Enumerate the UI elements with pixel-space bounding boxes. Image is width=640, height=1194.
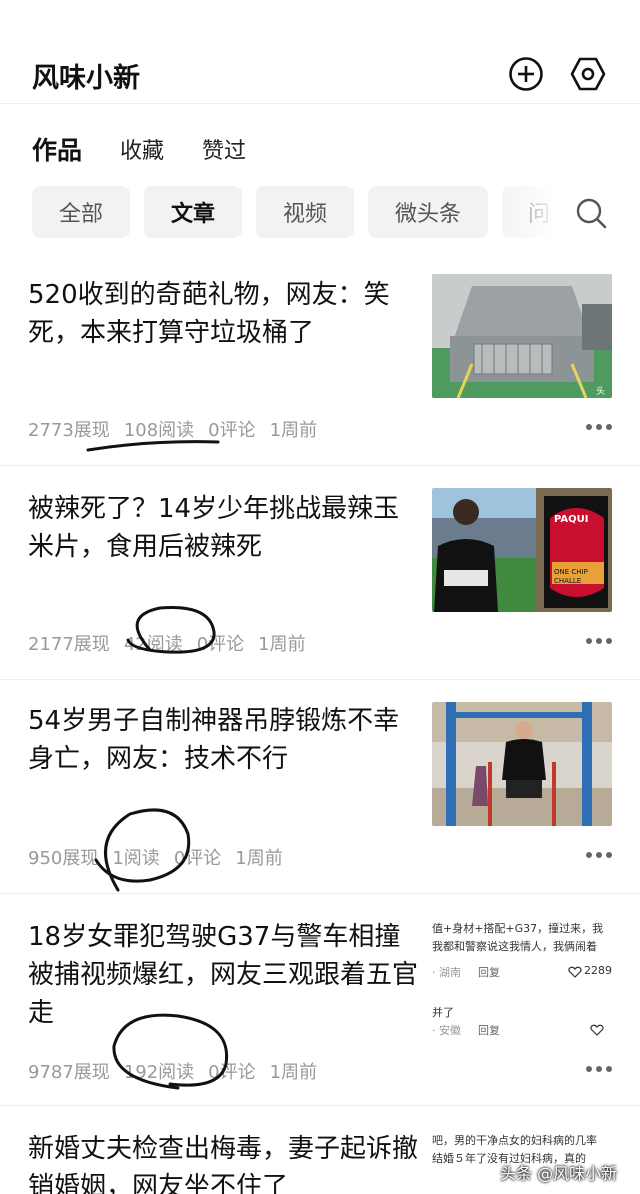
tab-liked[interactable]: 赞过 bbox=[202, 133, 246, 165]
profile-screen: 风味小新 作品 收藏 赞过 全部 文章 视频 微头条 问 520收到的奇葩礼物，… bbox=[0, 0, 640, 1194]
article-title[interactable]: 被辣死了？14岁少年挑战最辣玉米片，食用后被辣死 bbox=[28, 490, 420, 566]
thumbnail-text: 值+身材+搭配+G37，撞过来，我 bbox=[432, 922, 604, 935]
top-bar: 风味小新 bbox=[0, 0, 640, 104]
article-stats: 2773展现 108阅读 0评论 1周前 bbox=[28, 416, 331, 442]
page-title: 风味小新 bbox=[32, 63, 140, 94]
thumbnail-reply: 回复 bbox=[478, 966, 500, 979]
thumbnail-likes: 2289 bbox=[584, 964, 612, 977]
thumbnail-sign-text: PAQUI bbox=[554, 514, 589, 525]
chip-videos[interactable]: 视频 bbox=[256, 186, 354, 238]
article-thumbnail[interactable]: 头条 bbox=[432, 274, 612, 398]
heart-icon bbox=[568, 966, 582, 978]
tab-favorites[interactable]: 收藏 bbox=[120, 133, 164, 165]
chip-fade bbox=[490, 186, 640, 238]
more-options-icon[interactable] bbox=[586, 424, 612, 432]
reads-count: 42阅读 bbox=[123, 634, 183, 655]
article-item[interactable]: 被辣死了？14岁少年挑战最辣玉米片，食用后被辣死 PAQUI ONE CHIP … bbox=[0, 466, 640, 680]
thumbnail-location: · 湖南 bbox=[432, 966, 461, 979]
reads-count: 108阅读 bbox=[123, 420, 195, 441]
views-count: 2177展现 bbox=[28, 634, 110, 655]
more-options-icon[interactable] bbox=[586, 852, 612, 860]
publish-time: 1周前 bbox=[258, 634, 306, 655]
publish-time: 1周前 bbox=[269, 1062, 318, 1083]
article-thumbnail[interactable]: PAQUI ONE CHIP CHALLE bbox=[432, 488, 612, 612]
reads-count: 1阅读 bbox=[112, 848, 160, 869]
views-count: 2773展现 bbox=[28, 420, 110, 441]
article-title[interactable]: 54岁男子自制神器吊脖锻炼不幸身亡，网友：技术不行 bbox=[28, 702, 420, 778]
chip-articles[interactable]: 文章 bbox=[144, 186, 242, 238]
search-icon[interactable] bbox=[574, 196, 608, 230]
publish-time: 1周前 bbox=[235, 848, 283, 869]
article-title[interactable]: 新婚丈夫检查出梅毒，妻子起诉撤销婚姻，网友坐不住了 bbox=[28, 1130, 420, 1194]
article-thumbnail[interactable]: 值+身材+搭配+G37，撞过来，我 我都和警察说这我情人，我俩闹着 · 湖南 回… bbox=[432, 916, 612, 1040]
chip-all[interactable]: 全部 bbox=[32, 186, 130, 238]
add-icon[interactable] bbox=[508, 56, 544, 92]
thumbnail-text: 并了 bbox=[432, 1006, 454, 1019]
reads-count: 192阅读 bbox=[123, 1062, 195, 1083]
tab-works[interactable]: 作品 bbox=[32, 131, 82, 167]
thumbnail-caption: 头条 bbox=[596, 387, 606, 397]
article-item[interactable]: 54岁男子自制神器吊脖锻炼不幸身亡，网友：技术不行 950展现 1阅读 0评论 1周前 bbox=[0, 680, 640, 894]
more-options-icon[interactable] bbox=[586, 1066, 612, 1074]
thumbnail-sign-text: ONE CHIP CHALLE bbox=[554, 568, 588, 585]
comment-screenshot: 值+身材+搭配+G37，撞过来，我 我都和警察说这我情人，我俩闹着 · 湖南 回… bbox=[432, 916, 612, 1040]
article-thumbnail[interactable] bbox=[432, 702, 612, 826]
heart-icon bbox=[590, 1024, 604, 1036]
publish-time: 1周前 bbox=[269, 420, 318, 441]
chip-micro-posts[interactable]: 微头条 bbox=[368, 186, 488, 238]
article-title[interactable]: 520收到的奇葩礼物，网友：笑死，本来打算守垃圾桶了 bbox=[28, 276, 420, 352]
comments-count: 0评论 bbox=[208, 1062, 256, 1083]
watermark: 头条 @风味小新 bbox=[500, 1164, 618, 1183]
comments-count: 0评论 bbox=[196, 634, 245, 655]
thumbnail-text: 吧，男的干净点女的妇科病的几率 bbox=[432, 1134, 597, 1147]
thumbnail-location: · 安徽 bbox=[432, 1024, 461, 1037]
comments-count: 0评论 bbox=[173, 848, 222, 869]
article-stats: 9787展现 192阅读 0评论 1周前 bbox=[28, 1058, 331, 1084]
comments-count: 0评论 bbox=[208, 420, 256, 441]
article-item[interactable]: 520收到的奇葩礼物，网友：笑死，本来打算守垃圾桶了 头条 277 bbox=[0, 252, 640, 466]
content-tabs: 作品 收藏 赞过 bbox=[32, 132, 284, 166]
thumbnail-reply: 回复 bbox=[478, 1024, 500, 1037]
article-title[interactable]: 18岁女罪犯驾驶G37与警车相撞被捕视频爆红，网友三观跟着五官走 bbox=[28, 918, 420, 1032]
thumbnail-text: 我都和警察说这我情人，我俩闹着 bbox=[432, 940, 597, 953]
more-options-icon[interactable] bbox=[586, 638, 612, 646]
article-stats: 950展现 1阅读 0评论 1周前 bbox=[28, 844, 297, 870]
settings-icon[interactable] bbox=[570, 56, 606, 92]
views-count: 9787展现 bbox=[28, 1062, 110, 1083]
views-count: 950展现 bbox=[28, 848, 99, 869]
article-stats: 2177展现 42阅读 0评论 1周前 bbox=[28, 630, 320, 656]
article-item[interactable]: 18岁女罪犯驾驶G37与警车相撞被捕视频爆红，网友三观跟着五官走 值+身材+搭配… bbox=[0, 894, 640, 1106]
